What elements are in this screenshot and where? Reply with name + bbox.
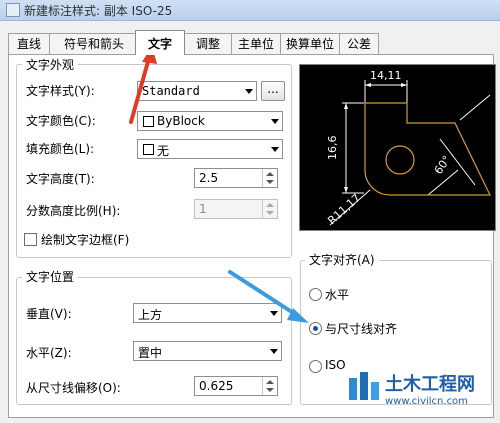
watermark-url: www.civilcn.com [385, 396, 468, 407]
watermark-site-name: 土木工程网 [385, 374, 475, 395]
annotation-overlay [129, 46, 309, 323]
blue-arrow-icon [228, 270, 309, 323]
watermark: 土木工程网 www.civilcn.com [345, 362, 495, 418]
tab-text[interactable]: 文字 [135, 30, 185, 55]
red-arrow-icon [129, 46, 157, 124]
watermark-logo-icon [349, 372, 379, 400]
